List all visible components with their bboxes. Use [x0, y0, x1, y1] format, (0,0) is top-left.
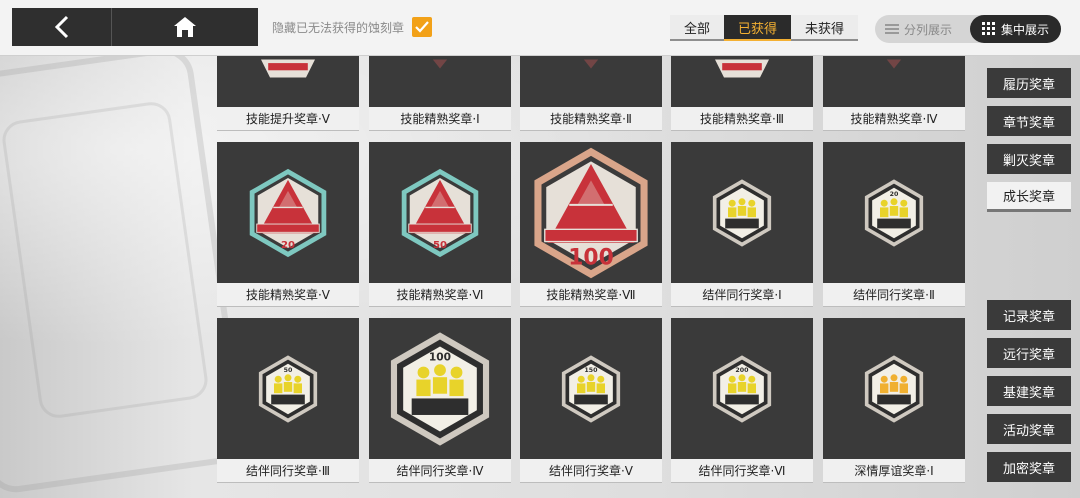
svg-text:100: 100: [568, 245, 613, 270]
focus-view-label: 集中展示: [1000, 22, 1049, 37]
filter-tab-obtained[interactable]: 已获得: [724, 15, 792, 41]
checkmark-icon: [415, 21, 429, 33]
medal-art: 200: [671, 318, 813, 459]
advanced-training-medal-icon: 50: [401, 168, 479, 257]
hide-unobtainable-label: 隐藏已无法获得的蚀刻章: [272, 20, 405, 35]
medal-art: 150: [520, 318, 662, 459]
medal-card[interactable]: 20 结伴同行奖章·Ⅱ: [823, 142, 965, 307]
medal-art: [823, 56, 965, 107]
medal-card[interactable]: 技能提升奖章·Ⅴ: [217, 56, 359, 131]
medal-art: 100: [369, 318, 511, 459]
hide-unobtainable-row: 隐藏已无法获得的蚀刻章: [272, 16, 433, 38]
medal-card[interactable]: 技能精熟奖章·Ⅱ: [520, 56, 662, 131]
focus-view-button[interactable]: 集中展示: [969, 15, 1061, 43]
medal-label: 结伴同行奖章·Ⅳ: [369, 459, 511, 483]
medal-label: 结伴同行奖章·Ⅲ: [217, 459, 359, 483]
medal-art: [217, 56, 359, 107]
medal-grid: 技能提升奖章·Ⅴ 技能精熟奖章·Ⅰ 技能精熟奖章·Ⅱ 技能精熟奖章·Ⅲ 技能精熟奖章·Ⅳ…: [217, 56, 965, 498]
medal-card[interactable]: 50 技能精熟奖章·Ⅵ: [369, 142, 511, 307]
medal-card[interactable]: 200 结伴同行奖章·Ⅵ: [671, 318, 813, 483]
medal-card[interactable]: 技能精熟奖章·Ⅰ: [369, 56, 511, 131]
svg-text:50: 50: [433, 239, 447, 250]
operators-trust-medal-icon: 50: [258, 354, 318, 423]
medal-label: 结伴同行奖章·Ⅱ: [823, 283, 965, 307]
operators-trust-medal-icon: [712, 178, 772, 247]
medal-art: 100: [520, 142, 662, 283]
medal-card[interactable]: 150 结伴同行奖章·Ⅴ: [520, 318, 662, 483]
medal-card[interactable]: 技能精熟奖章·Ⅲ: [671, 56, 813, 131]
svg-text:100: 100: [429, 350, 451, 363]
obtain-filter-tabs: 全部 已获得 未获得: [670, 15, 859, 41]
medal-label: 技能精熟奖章·Ⅲ: [671, 107, 813, 131]
medal-art: [369, 56, 511, 107]
home-button[interactable]: [112, 8, 258, 46]
medal-label: 深情厚谊奖章·Ⅰ: [823, 459, 965, 483]
advanced-training-medal-icon: 100: [534, 147, 648, 278]
medal-card[interactable]: 结伴同行奖章·Ⅰ: [671, 142, 813, 307]
operators-trust-medal-icon: 20: [864, 178, 924, 247]
medal-art: [671, 142, 813, 283]
operators-trust-medal-icon: 100: [390, 331, 490, 446]
medal-label: 技能精熟奖章·Ⅳ: [823, 107, 965, 131]
medal-label: 技能精熟奖章·Ⅰ: [369, 107, 511, 131]
hide-unobtainable-checkbox[interactable]: [412, 17, 433, 37]
operators-trust-medal-icon: 200: [712, 354, 772, 423]
svg-text:50: 50: [284, 367, 293, 374]
category-voyage[interactable]: 远行奖章: [987, 338, 1071, 368]
category-base[interactable]: 基建奖章: [987, 376, 1071, 406]
medal-label: 技能精熟奖章·Ⅴ: [217, 283, 359, 307]
medal-label: 技能提升奖章·Ⅴ: [217, 107, 359, 131]
list-lines-icon: [885, 24, 899, 34]
medal-card[interactable]: 技能精熟奖章·Ⅳ: [823, 56, 965, 131]
category-resume[interactable]: 履历奖章: [987, 68, 1071, 98]
medal-card[interactable]: 深情厚谊奖章·Ⅰ: [823, 318, 965, 483]
category-annihilation[interactable]: 剿灭奖章: [987, 144, 1071, 174]
filter-tab-all[interactable]: 全部: [670, 15, 725, 41]
medal-label: 技能精熟奖章·Ⅵ: [369, 283, 511, 307]
filter-tab-unobtained[interactable]: 未获得: [791, 15, 859, 41]
category-chapter[interactable]: 章节奖章: [987, 106, 1071, 136]
medal-card[interactable]: 50 结伴同行奖章·Ⅲ: [217, 318, 359, 483]
split-view-button[interactable]: 分列展示: [875, 15, 962, 43]
medal-art: [520, 56, 662, 107]
operators-trust-medal-icon: [864, 354, 924, 423]
svg-text:20: 20: [890, 191, 899, 198]
medal-card[interactable]: 100 技能精熟奖章·Ⅶ: [520, 142, 662, 307]
svg-text:150: 150: [584, 367, 598, 374]
medal-card[interactable]: 100 结伴同行奖章·Ⅳ: [369, 318, 511, 483]
back-button[interactable]: [12, 8, 112, 46]
view-mode-toggle: 分列展示 集中展示: [875, 15, 1061, 43]
svg-text:20: 20: [281, 239, 295, 250]
grid-dots-icon: [981, 22, 995, 35]
advanced-training-medal-icon: 20: [249, 168, 327, 257]
medal-art: [823, 318, 965, 459]
back-arrow-icon: [54, 15, 68, 39]
medal-art: 50: [369, 142, 511, 283]
category-record[interactable]: 记录奖章: [987, 300, 1071, 330]
svg-text:200: 200: [735, 367, 749, 374]
category-growth[interactable]: 成长奖章: [987, 182, 1071, 212]
medal-card[interactable]: 20 技能精熟奖章·Ⅴ: [217, 142, 359, 307]
medal-label: 结伴同行奖章·Ⅵ: [671, 459, 813, 483]
medal-label: 结伴同行奖章·Ⅴ: [520, 459, 662, 483]
medal-label: 技能精熟奖章·Ⅶ: [520, 283, 662, 307]
category-encrypted[interactable]: 加密奖章: [987, 452, 1071, 482]
medal-art: 20: [217, 142, 359, 283]
medal-label: 技能精熟奖章·Ⅱ: [520, 107, 662, 131]
home-icon: [174, 17, 196, 37]
split-view-label: 分列展示: [904, 22, 953, 37]
medal-art: 20: [823, 142, 965, 283]
medal-art: [671, 56, 813, 107]
category-event[interactable]: 活动奖章: [987, 414, 1071, 444]
top-bar: 隐藏已无法获得的蚀刻章 全部 已获得 未获得 分列展示 集中展示: [0, 0, 1080, 56]
medal-label: 结伴同行奖章·Ⅰ: [671, 283, 813, 307]
operators-trust-medal-icon: 150: [561, 354, 621, 423]
medal-art: 50: [217, 318, 359, 459]
nav-block: [12, 8, 258, 46]
